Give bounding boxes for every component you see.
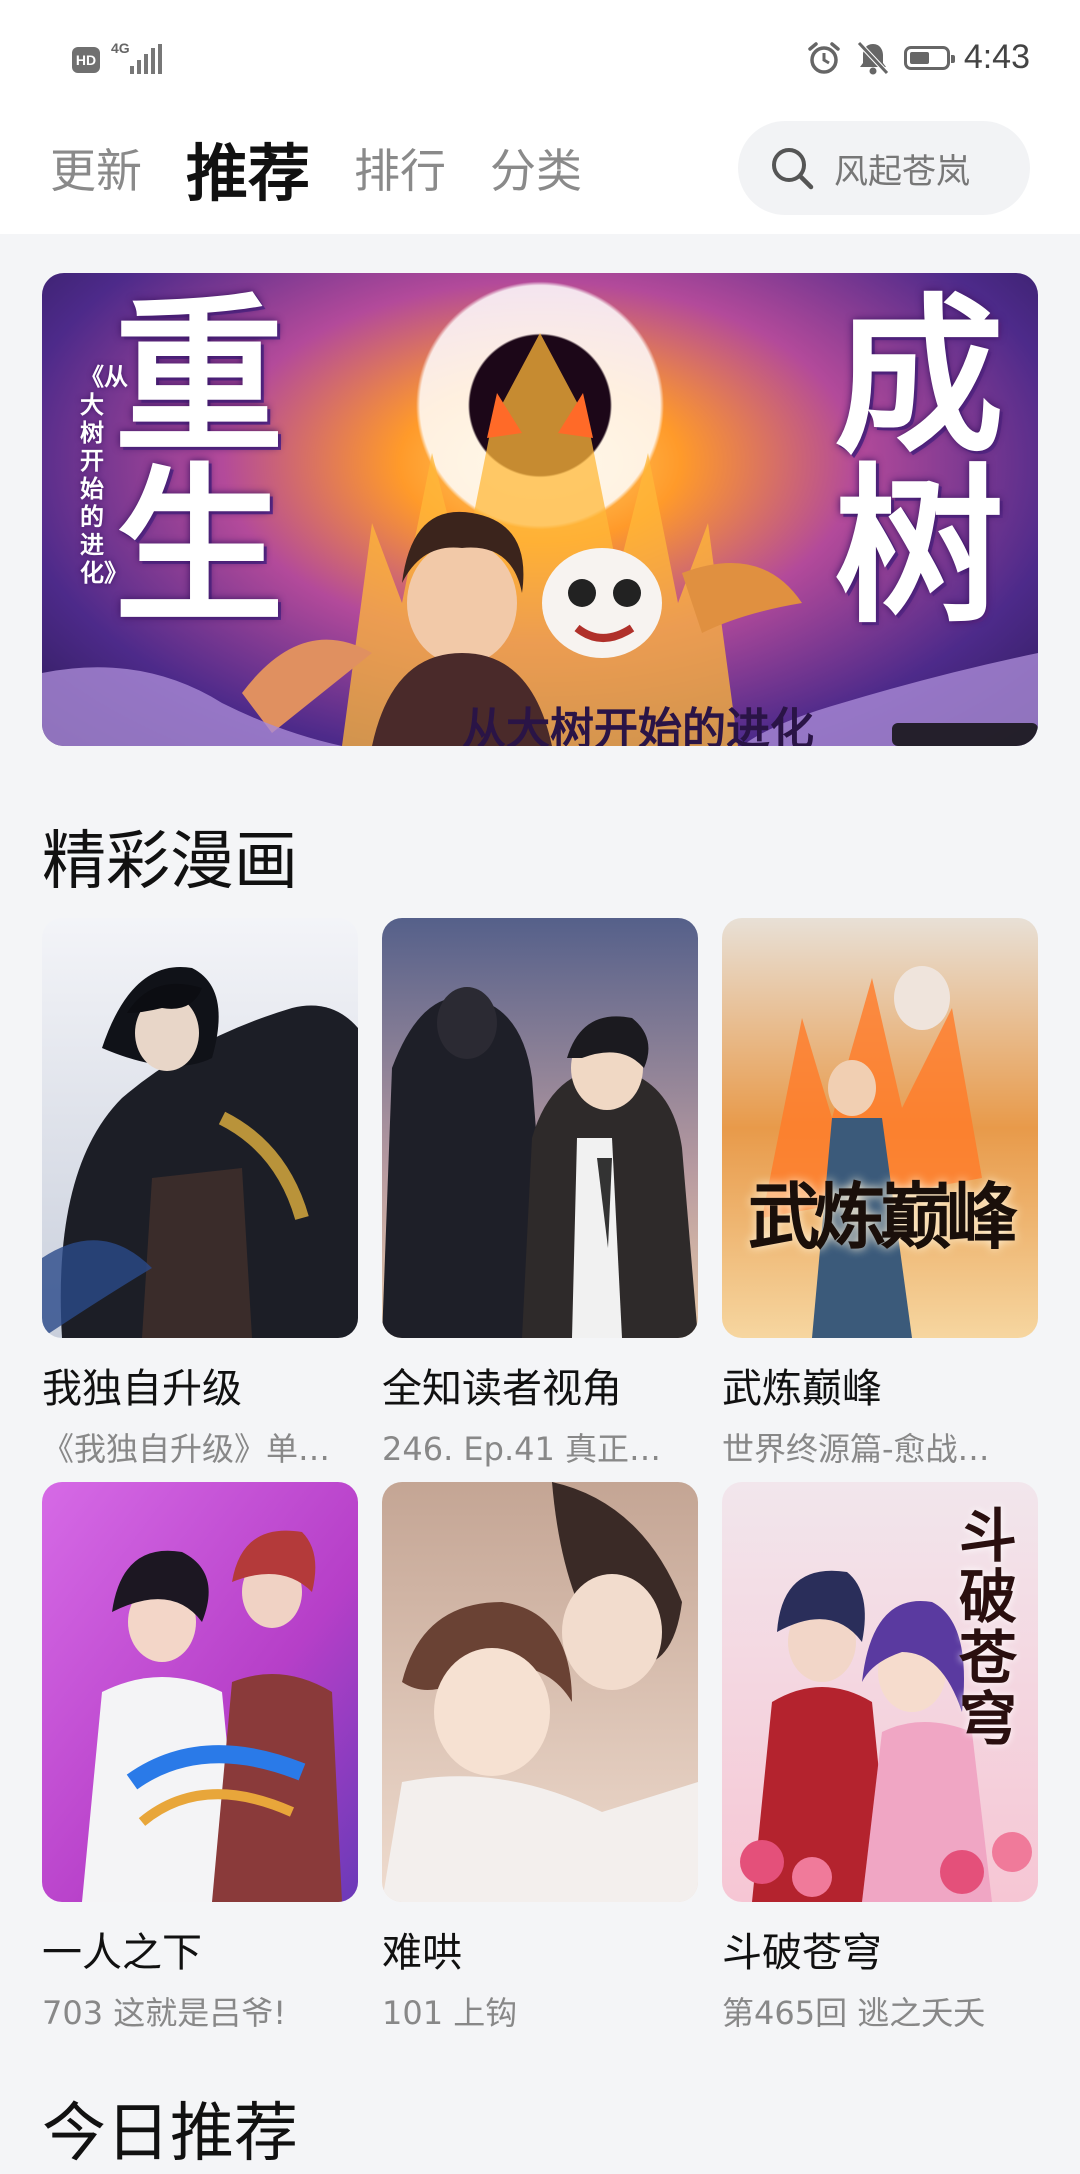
- comic-cover[interactable]: [382, 1482, 698, 1902]
- comic-cover-title: 武炼巅峰: [747, 1175, 1018, 1259]
- app-header: HD 4G 4:43 更新 推荐 排行 分类 风起苍岚: [0, 0, 1080, 234]
- alarm-icon: [808, 41, 840, 74]
- status-bar: HD 4G 4:43: [0, 0, 1080, 118]
- comic-cover[interactable]: [42, 1482, 358, 1902]
- comic-card[interactable]: 难哄 101 上钩: [382, 1482, 698, 2034]
- comic-latest-chapter: 世界终源篇-愈战…: [722, 1430, 990, 1468]
- comic-latest-chapter: 第465回 逃之夭夭: [722, 1994, 986, 2032]
- network-type: 4G: [111, 40, 130, 56]
- comic-latest-chapter: 703 这就是吕爷!: [42, 1994, 287, 2032]
- search-box[interactable]: 风起苍岚: [738, 121, 1030, 215]
- comic-title: 武炼巅峰: [722, 1366, 882, 1412]
- comic-card[interactable]: 我独自升级 《我独自升级》单…: [42, 918, 358, 1470]
- comic-latest-chapter: 《我独自升级》单…: [42, 1430, 331, 1468]
- comic-title: 全知读者视角: [382, 1366, 622, 1412]
- comic-cover[interactable]: 武炼巅峰: [722, 918, 1038, 1338]
- promo-banner[interactable]: 《从大树开始的进化》 重生 成树 从大树开始的进化: [42, 273, 1038, 746]
- comic-title: 一人之下: [42, 1930, 202, 1976]
- comic-card[interactable]: 武炼巅峰 武炼巅峰 世界终源篇-愈战…: [722, 918, 1038, 1470]
- battery-icon: [903, 45, 955, 70]
- hd-badge: HD: [72, 47, 100, 73]
- section-title-featured: 精彩漫画: [42, 825, 298, 899]
- status-time: 4:43: [963, 38, 1030, 76]
- tab-categories[interactable]: 分类: [490, 135, 582, 201]
- comic-latest-chapter: 246. Ep.41 真正…: [382, 1430, 662, 1468]
- comic-card[interactable]: 斗破苍穹 斗破苍穹 第465回 逃之夭夭: [722, 1482, 1038, 2034]
- search-icon: [772, 148, 814, 190]
- comic-cover[interactable]: [382, 918, 698, 1338]
- banner-title-left: 重生: [114, 279, 285, 647]
- tab-recommended[interactable]: 推荐: [186, 123, 310, 213]
- search-placeholder: 风起苍岚: [834, 151, 970, 192]
- top-tabs: 更新 推荐 排行 分类: [50, 118, 582, 218]
- comic-card[interactable]: 全知读者视角 246. Ep.41 真正…: [382, 918, 698, 1470]
- comic-title: 我独自升级: [42, 1366, 242, 1412]
- tab-ranking[interactable]: 排行: [354, 135, 446, 201]
- banner-subtitle: 《从大树开始的进化》: [80, 363, 128, 587]
- comic-title: 难哄: [382, 1930, 462, 1976]
- banner-title-right: 成树: [833, 279, 1004, 647]
- section-title-today: 今日推荐: [42, 2097, 298, 2171]
- tab-updates[interactable]: 更新: [50, 135, 142, 201]
- comic-cover[interactable]: [42, 918, 358, 1338]
- comic-card[interactable]: 一人之下 703 这就是吕爷!: [42, 1482, 358, 2034]
- comic-cover[interactable]: 斗破苍穹: [722, 1482, 1038, 1902]
- comic-title: 斗破苍穹: [722, 1930, 882, 1976]
- comic-cover-title: 斗破苍穹: [958, 1502, 1017, 1753]
- banner-strip-text: 从大树开始的进化: [462, 704, 814, 746]
- signal-icon: [130, 44, 162, 74]
- bell-off-icon: [856, 40, 889, 75]
- comic-latest-chapter: 101 上钩: [382, 1994, 518, 2032]
